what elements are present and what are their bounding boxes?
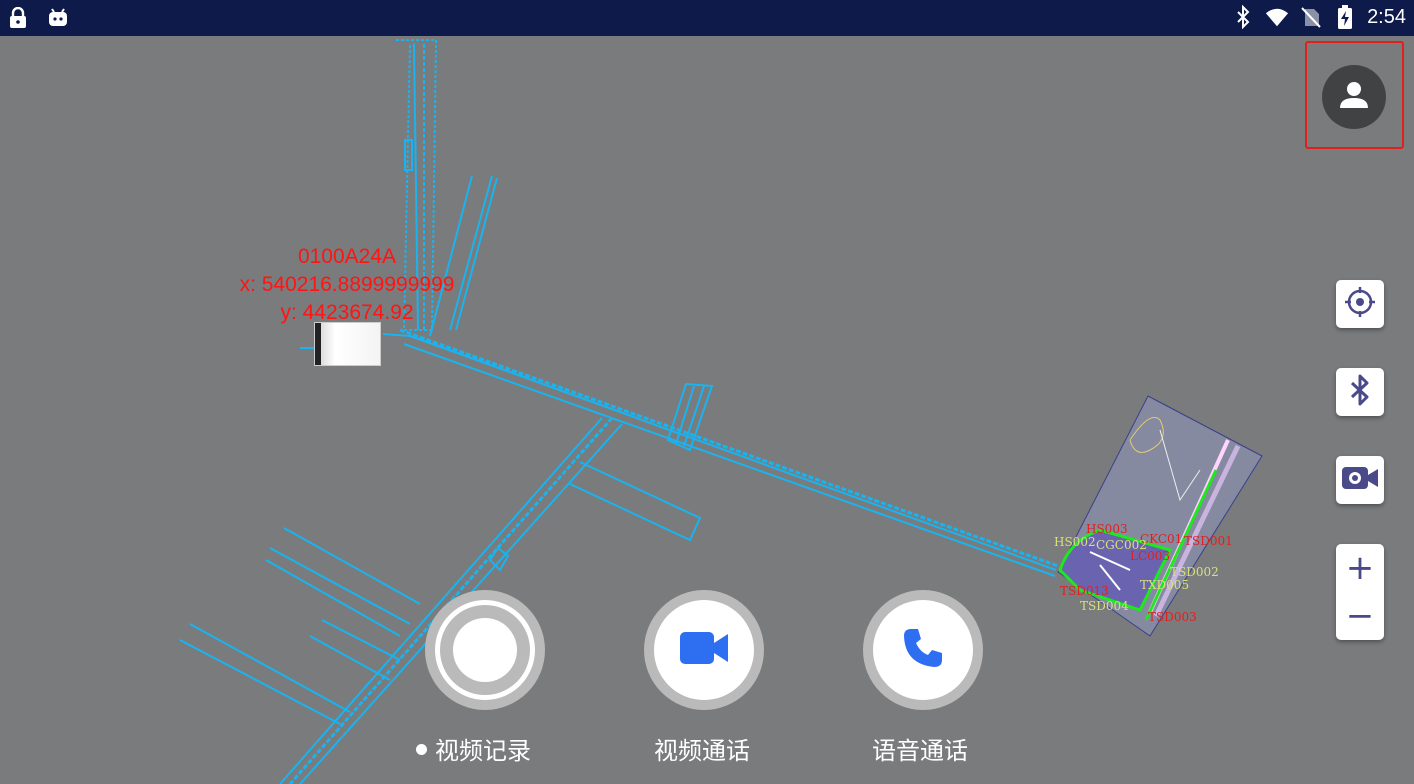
video-record-action-button[interactable]	[425, 590, 545, 710]
site-label: TSD013	[1060, 584, 1109, 598]
voice-call-label: 语音通话	[872, 737, 968, 765]
site-label: TSD004	[1080, 599, 1129, 613]
android-icon	[46, 6, 70, 30]
video-record-label: 视频记录	[416, 731, 531, 766]
no-sim-icon	[1299, 5, 1323, 29]
status-bar: 2:54	[0, 0, 1414, 36]
record-icon	[453, 618, 517, 682]
locate-button[interactable]	[1336, 280, 1384, 328]
zoom-control: + −	[1336, 544, 1384, 640]
zoom-in-label: +	[1345, 548, 1375, 588]
bluetooth-button[interactable]	[1336, 368, 1384, 416]
bluetooth-icon	[1231, 5, 1255, 29]
person-icon	[1337, 78, 1371, 116]
zoom-out-label: −	[1345, 596, 1375, 636]
video-call-label: 视频通话	[654, 737, 750, 765]
vehicle-icon[interactable]	[314, 322, 381, 366]
vehicle-id: 0100A24A	[297, 245, 397, 268]
site-label: TSD003	[1148, 610, 1197, 624]
site-label: TSD001	[1184, 534, 1233, 548]
site-label: TXD005	[1140, 578, 1190, 592]
video-camera-icon	[1341, 463, 1379, 497]
zoom-in-button[interactable]: +	[1336, 544, 1384, 592]
recording-dot-icon	[416, 743, 427, 755]
zoom-out-button[interactable]: −	[1336, 592, 1384, 640]
lock-icon	[6, 6, 30, 30]
video-call-action-button[interactable]	[644, 590, 764, 710]
battery-charging-icon	[1333, 5, 1357, 29]
video-record-text: 视频记录	[435, 737, 531, 765]
vehicle-marker-label: 0100A24A x: 540216.8899999999 y: 4423674…	[220, 243, 474, 327]
locate-icon	[1343, 285, 1377, 323]
wifi-icon	[1265, 5, 1289, 29]
site-label: HS003	[1086, 522, 1128, 536]
video-record-button[interactable]	[1336, 456, 1384, 504]
voice-call-action-button[interactable]	[863, 590, 983, 710]
phone-icon	[901, 626, 945, 674]
site-label: HS002	[1054, 535, 1096, 549]
site-label: LC003	[1130, 549, 1171, 563]
profile-button[interactable]	[1322, 65, 1386, 129]
site-label: TSD002	[1170, 565, 1219, 579]
clock: 2:54	[1367, 5, 1406, 28]
bluetooth-icon	[1348, 373, 1372, 411]
video-call-icon	[679, 630, 729, 670]
vehicle-x-coordinate: x: 540216.8899999999	[239, 273, 455, 296]
